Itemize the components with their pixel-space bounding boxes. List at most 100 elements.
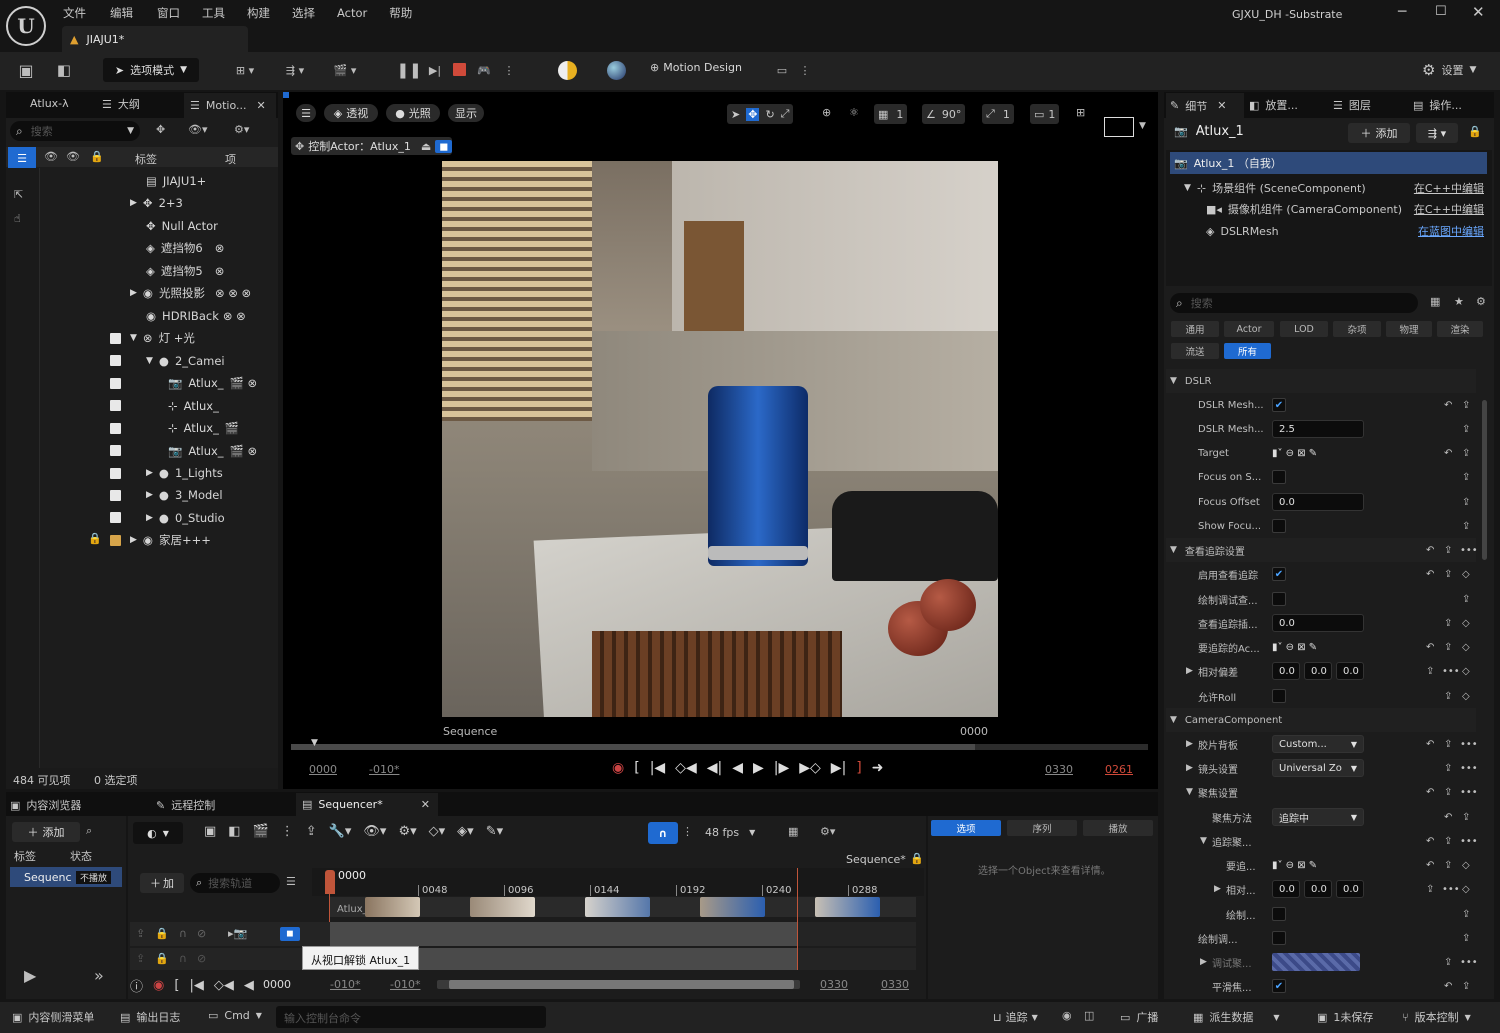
perspective-button[interactable]: ◈ 透视: [324, 104, 378, 122]
content-drawer-button[interactable]: ▣ 内容侧滑菜单: [12, 1009, 94, 1025]
debug-color-swatch[interactable]: [1272, 953, 1360, 971]
motion-design-button[interactable]: ⊕ Motion Design: [650, 61, 742, 74]
aspect-ratio-icon[interactable]: [1104, 117, 1134, 137]
more-icon[interactable]: •••: [1460, 787, 1478, 798]
menu-edit[interactable]: 编辑: [110, 5, 133, 21]
trace-button[interactable]: ⊔ 追踪 ▼: [993, 1009, 1038, 1025]
keyframe-icon[interactable]: ⇪: [1444, 860, 1452, 871]
next-frame-icon[interactable]: |▶: [774, 760, 789, 776]
lit-button[interactable]: ● 光照: [386, 104, 440, 122]
expand-icon[interactable]: ▶: [146, 490, 153, 500]
column-label[interactable]: 标签: [135, 151, 157, 167]
filter-move-icon[interactable]: ✥: [156, 123, 165, 136]
add-actor-icon[interactable]: ⊞ ▾: [228, 60, 262, 80]
details-tab[interactable]: ✎ 细节 ✕: [1166, 93, 1244, 118]
filter-funnel-icon[interactable]: ☰: [8, 147, 36, 169]
solo-icon[interactable]: ∩: [179, 927, 187, 940]
track-search-input[interactable]: 搜索轨道: [208, 875, 252, 891]
details-search[interactable]: ⌕ 搜索: [1170, 293, 1418, 313]
play-icon[interactable]: ▶: [24, 966, 36, 985]
rel-y[interactable]: 0.0: [1304, 880, 1332, 898]
outliner-search-input[interactable]: 搜索: [31, 123, 53, 139]
content-browser-tab[interactable]: ▣ 内容浏览器: [10, 797, 81, 813]
blueprint-options-button[interactable]: ⇶ ▾: [1416, 123, 1458, 143]
broadcast-button[interactable]: ▭ 广播: [1120, 1009, 1158, 1025]
more-vert-icon[interactable]: ⋮: [281, 824, 294, 839]
pin-col-icon[interactable]: 👁: [66, 150, 80, 163]
key-diamond-icon[interactable]: ◇: [1462, 618, 1470, 629]
reset-icon[interactable]: ↶: [1426, 739, 1434, 750]
playhead-marker[interactable]: ▼: [311, 738, 318, 748]
list-item[interactable]: 📷 Atlux_ 🎬 ⊗: [168, 372, 257, 394]
gear-icon[interactable]: ⚙: [1476, 295, 1486, 308]
show-focus-checkbox[interactable]: [1272, 519, 1286, 533]
enable-lookat-checkbox[interactable]: ✔: [1272, 567, 1286, 581]
eye-icon[interactable]: 👁▾: [188, 123, 208, 136]
keyframe-icon[interactable]: ⇪: [1444, 642, 1452, 653]
dslr-mesh-field[interactable]: 2.5: [1272, 420, 1364, 438]
reset-icon[interactable]: ↶: [1444, 448, 1452, 459]
go-start-icon[interactable]: |◀: [189, 978, 203, 993]
actor-picker[interactable]: ▮˅ ⊖ ⊠ ✎: [1272, 860, 1317, 871]
camera-lock-icon[interactable]: ◼: [435, 139, 453, 153]
record-icon[interactable]: ◉: [612, 760, 624, 776]
collapse-icon[interactable]: ▼: [1200, 836, 1207, 846]
pause-icon[interactable]: ❚❚: [396, 60, 421, 80]
eye-icon[interactable]: 👁▾: [363, 824, 386, 839]
gear-icon[interactable]: ⚙▾: [234, 123, 249, 136]
maximize-icon[interactable]: ☐: [1435, 4, 1447, 19]
menu-help[interactable]: 帮助: [389, 5, 412, 21]
more-icon[interactable]: •••: [1460, 836, 1478, 847]
keyframe-icon[interactable]: ⇪: [1444, 618, 1452, 629]
expand-icon[interactable]: ▶: [130, 288, 137, 298]
surface-snap-icon[interactable]: ⚛: [849, 106, 859, 119]
keyframe-icon[interactable]: ⇪: [1462, 812, 1470, 823]
key-icon[interactable]: ◇▾: [429, 824, 446, 839]
record-stat-icon[interactable]: ◉: [1062, 1009, 1072, 1022]
filter-actor[interactable]: Actor: [1224, 321, 1274, 337]
section-lookat[interactable]: ▼ 查看追踪设置 ↶ ⇪ •••: [1166, 538, 1478, 562]
keyframe-icon[interactable]: ⇪: [1444, 763, 1452, 774]
lock-icon[interactable]: 🔒: [155, 952, 169, 965]
key-diamond-icon[interactable]: ◇: [1462, 860, 1470, 871]
menu-tools[interactable]: 工具: [202, 5, 225, 21]
table-view-icon[interactable]: ▦: [1430, 295, 1440, 308]
key-diamond-icon[interactable]: ◇: [1462, 569, 1470, 580]
grid-snap[interactable]: ▦ 1: [874, 104, 908, 124]
column-type[interactable]: 项: [225, 151, 236, 167]
filter-lod[interactable]: LOD: [1280, 321, 1328, 337]
prev-frame-icon[interactable]: ◀|: [707, 760, 722, 776]
loop-icon[interactable]: ➜: [872, 760, 884, 776]
cmd-dropdown[interactable]: ▭ Cmd ▼: [208, 1009, 262, 1022]
prev-key-icon[interactable]: ◇◀: [675, 760, 697, 776]
roll-checkbox[interactable]: [1272, 689, 1286, 703]
keyframe-icon[interactable]: ⇪: [1462, 594, 1470, 605]
keyframe-icon[interactable]: ⇪: [1444, 691, 1452, 702]
offset-z[interactable]: 0.0: [1336, 662, 1364, 680]
expand-icon[interactable]: ▶: [130, 198, 137, 208]
expand-icon[interactable]: ▶: [146, 513, 153, 523]
scale-tool-icon[interactable]: ⤢: [781, 107, 790, 121]
curve-editor-icon[interactable]: ▦: [788, 825, 798, 838]
gear-icon[interactable]: ⚙▾: [398, 824, 416, 839]
more-icon[interactable]: •••: [1460, 763, 1478, 774]
visibility-toggle[interactable]: [110, 512, 121, 523]
dslr-mesh-checkbox[interactable]: ✔: [1272, 398, 1286, 412]
keyframe-icon[interactable]: ⇪: [1462, 424, 1470, 435]
menu-build[interactable]: 构建: [247, 5, 270, 21]
offset-y[interactable]: 0.0: [1304, 662, 1332, 680]
go-start-icon[interactable]: |◀: [650, 760, 665, 776]
seq-playback-tab[interactable]: 播放: [1083, 820, 1153, 836]
lock-icon[interactable]: 🔒: [910, 852, 924, 865]
visibility-col-icon[interactable]: 👁: [44, 150, 58, 163]
draw-checkbox[interactable]: [1272, 907, 1286, 921]
keyframe-icon[interactable]: ⇪: [1462, 497, 1470, 508]
filter-streaming[interactable]: 流送: [1171, 343, 1219, 359]
move-tool-icon[interactable]: ✥: [746, 107, 760, 121]
actions-tab[interactable]: ▤ 操作...: [1413, 97, 1462, 113]
keyframe-icon[interactable]: ⇪: [1444, 787, 1452, 798]
gamepad-icon[interactable]: 🎮: [474, 60, 494, 80]
reset-icon[interactable]: ↶: [1444, 400, 1452, 411]
list-item[interactable]: ✥ Null Actor: [146, 215, 218, 237]
expand-icon[interactable]: ▶: [146, 468, 153, 478]
